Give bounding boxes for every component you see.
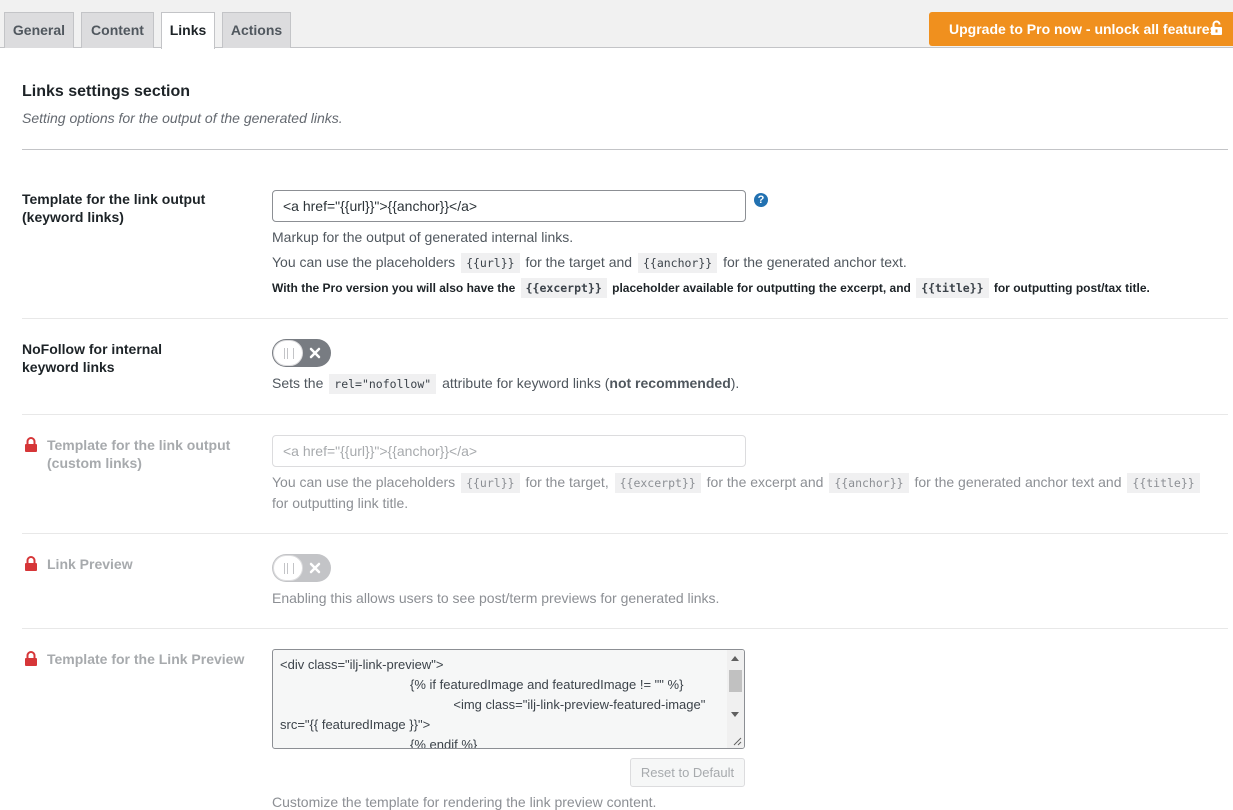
upgrade-button-label: Upgrade to Pro now - unlock all features [949,21,1218,37]
code-anchor: {{anchor}} [637,253,718,273]
keyword-template-pro-note: With the Pro version you will also have … [272,278,1150,298]
close-icon [309,347,321,359]
row-divider [22,414,1228,415]
textarea-scrollbar[interactable] [727,650,744,748]
upgrade-pro-button[interactable]: Upgrade to Pro now - unlock all features [929,12,1233,46]
tab-content[interactable]: Content [81,12,154,48]
link-preview-desc: Enabling this allows users to see post/t… [272,590,720,606]
scroll-down-icon[interactable] [731,712,739,717]
link-preview-label: Link Preview [22,555,242,573]
section-title: Links settings section [22,83,191,100]
preview-template-content: <div class="ilj-link-preview"> {% if fea… [280,657,706,749]
link-preview-toggle[interactable] [272,554,331,582]
code-url: {{url}} [461,253,520,273]
toggle-knob [273,555,303,581]
nofollow-toggle[interactable] [272,339,331,367]
keyword-template-label: Template for the link output (keyword li… [22,191,206,225]
preview-template-desc: Customize the template for rendering the… [272,794,657,810]
section-description: Setting options for the output of the ge… [22,110,343,126]
lock-icon [25,437,37,452]
settings-tab-bar: General Content Links Actions Upgrade to… [0,0,1233,49]
question-mark-icon[interactable]: ? [754,193,768,207]
tab-links[interactable]: Links [161,12,215,49]
row-divider [22,318,1228,319]
custom-template-label: Template for the link output (custom lin… [22,436,252,472]
code-excerpt: {{excerpt}} [520,278,607,298]
nofollow-label: NoFollow for internal keyword links [22,341,162,375]
section-divider [22,149,1228,150]
scroll-up-icon[interactable] [731,656,739,661]
reset-to-default-button[interactable]: Reset to Default [630,758,745,787]
close-icon [309,562,321,574]
keyword-template-placeholders: You can use the placeholders {{url}} for… [272,253,907,273]
nofollow-desc: Sets the rel="nofollow" attribute for ke… [272,374,739,394]
preview-template-textarea[interactable]: <div class="ilj-link-preview"> {% if fea… [272,649,745,749]
row-divider [22,533,1228,534]
custom-template-input[interactable]: <a href="{{url}}">{{anchor}}</a> [272,435,746,467]
unlock-icon [1211,20,1222,35]
custom-template-desc-line2: for outputting link title. [272,495,409,511]
toggle-knob [273,340,303,366]
preview-template-label: Template for the Link Preview [22,650,262,668]
custom-template-desc: You can use the placeholders {{url}} for… [272,473,1202,493]
row-divider [22,628,1228,629]
code-title: {{title}} [916,278,989,298]
lock-icon [25,651,37,666]
code-rel-nofollow: rel="nofollow" [329,374,437,394]
keyword-template-input[interactable]: <a href="{{url}}">{{anchor}}</a> [272,190,746,222]
resize-handle-icon[interactable] [732,736,742,746]
tab-actions[interactable]: Actions [222,12,291,48]
lock-icon [25,556,37,571]
tab-general[interactable]: General [4,12,74,48]
scroll-thumb[interactable] [729,670,742,692]
keyword-template-desc: Markup for the output of generated inter… [272,229,574,245]
